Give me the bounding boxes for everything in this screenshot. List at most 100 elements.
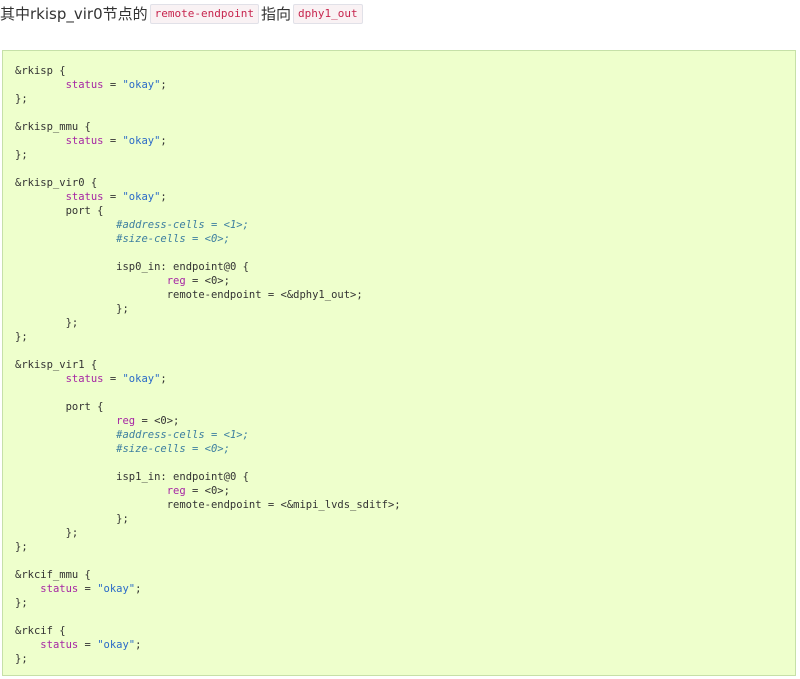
code-token-str: "okay" [97, 639, 136, 651]
code-token-plain: = [103, 79, 123, 91]
code-token-prop: status [65, 373, 104, 385]
code-line: status = "okay"; [15, 582, 795, 596]
code-token-plain: ; [160, 373, 167, 385]
code-token-plain: isp0_in: endpoint@0 { [15, 261, 249, 273]
code-line: #address-cells = <1>; [15, 428, 795, 442]
code-token-prop: status [65, 135, 104, 147]
code-line: }; [15, 512, 795, 526]
code-line: &rkisp_vir0 { [15, 176, 795, 190]
code-token-prop: reg [166, 485, 186, 497]
code-line: reg = <0>; [15, 484, 795, 498]
code-token-plain: = <0>; [185, 275, 230, 287]
intro-paragraph: 其中rkisp_vir0节点的 remote-endpoint 指向 dphy1… [0, 3, 365, 25]
code-line: #size-cells = <0>; [15, 232, 795, 246]
code-token-str: "okay" [122, 373, 161, 385]
code-token-str: "okay" [122, 191, 161, 203]
code-line: }; [15, 316, 795, 330]
code-line: isp1_in: endpoint@0 { [15, 470, 795, 484]
code-token-plain: &rkisp_vir0 { [15, 177, 98, 189]
code-token-plain: = [78, 639, 98, 651]
code-token-plain: }; [15, 597, 28, 609]
intro-middle-text: 指向 [260, 5, 291, 23]
code-token-prop: reg [116, 415, 136, 427]
code-token-comment: #size-cells = <0>; [116, 443, 230, 455]
code-line: status = "okay"; [15, 78, 795, 92]
code-line: status = "okay"; [15, 134, 795, 148]
code-line: }; [15, 330, 795, 344]
code-token-plain: remote-endpoint = <&dphy1_out>; [15, 289, 363, 301]
code-token-plain: }; [15, 513, 129, 525]
code-token-plain: ; [160, 79, 167, 91]
code-token-plain: remote-endpoint = <&mipi_lvds_sditf>; [15, 499, 401, 511]
code-line: reg = <0>; [15, 274, 795, 288]
code-line: isp0_in: endpoint@0 { [15, 260, 795, 274]
code-token-plain: ; [135, 639, 142, 651]
code-token-plain: &rkcif { [15, 625, 66, 637]
code-token-plain: }; [15, 303, 129, 315]
code-line: reg = <0>; [15, 414, 795, 428]
code-token-comment: #address-cells = <1>; [116, 219, 249, 231]
code-token-prop: status [65, 191, 104, 203]
code-token-plain: ; [135, 583, 142, 595]
code-token-plain: = <0>; [185, 485, 230, 497]
code-listing: &rkisp { status = "okay";}; &rkisp_mmu { … [3, 51, 795, 666]
code-token-str: "okay" [122, 79, 161, 91]
code-token-plain: }; [15, 653, 28, 665]
code-token-prop: status [40, 639, 79, 651]
code-token-prop: status [40, 583, 79, 595]
code-line: status = "okay"; [15, 190, 795, 204]
code-token-plain: = [103, 135, 123, 147]
code-block[interactable]: &rkisp { status = "okay";}; &rkisp_mmu { … [2, 50, 796, 676]
code-token-plain: = [78, 583, 98, 595]
code-token-plain: }; [15, 149, 28, 161]
code-line: port { [15, 204, 795, 218]
code-line: }; [15, 526, 795, 540]
code-token-prop: status [65, 79, 104, 91]
code-token-plain: = [103, 191, 123, 203]
code-line: &rkcif_mmu { [15, 568, 795, 582]
code-line: &rkisp_vir1 { [15, 358, 795, 372]
code-line: }; [15, 652, 795, 666]
code-line: status = "okay"; [15, 372, 795, 386]
inline-code-remote-endpoint: remote-endpoint [149, 4, 259, 24]
code-token-plain: &rkisp_vir1 { [15, 359, 98, 371]
code-line: #address-cells = <1>; [15, 218, 795, 232]
code-token-plain: }; [15, 527, 79, 539]
inline-code-dphy1-out: dphy1_out [292, 4, 363, 24]
code-token-comment: #address-cells = <1>; [116, 429, 249, 441]
intro-prefix-text: 其中rkisp_vir0节点的 [0, 5, 148, 23]
code-token-plain: = <0>; [135, 415, 180, 427]
code-line: }; [15, 540, 795, 554]
code-token-plain: = [103, 373, 123, 385]
code-line: status = "okay"; [15, 638, 795, 652]
code-token-plain: port { [15, 401, 104, 413]
code-line: &rkisp_mmu { [15, 120, 795, 134]
code-token-plain: ; [160, 191, 167, 203]
code-token-plain: port { [15, 205, 104, 217]
code-line: }; [15, 302, 795, 316]
code-token-prop: reg [166, 275, 186, 287]
code-token-plain: }; [15, 541, 28, 553]
code-token-plain: }; [15, 93, 28, 105]
code-line: }; [15, 596, 795, 610]
code-token-str: "okay" [97, 583, 136, 595]
code-token-plain: &rkcif_mmu { [15, 569, 91, 581]
code-token-plain: &rkisp_mmu { [15, 121, 91, 133]
